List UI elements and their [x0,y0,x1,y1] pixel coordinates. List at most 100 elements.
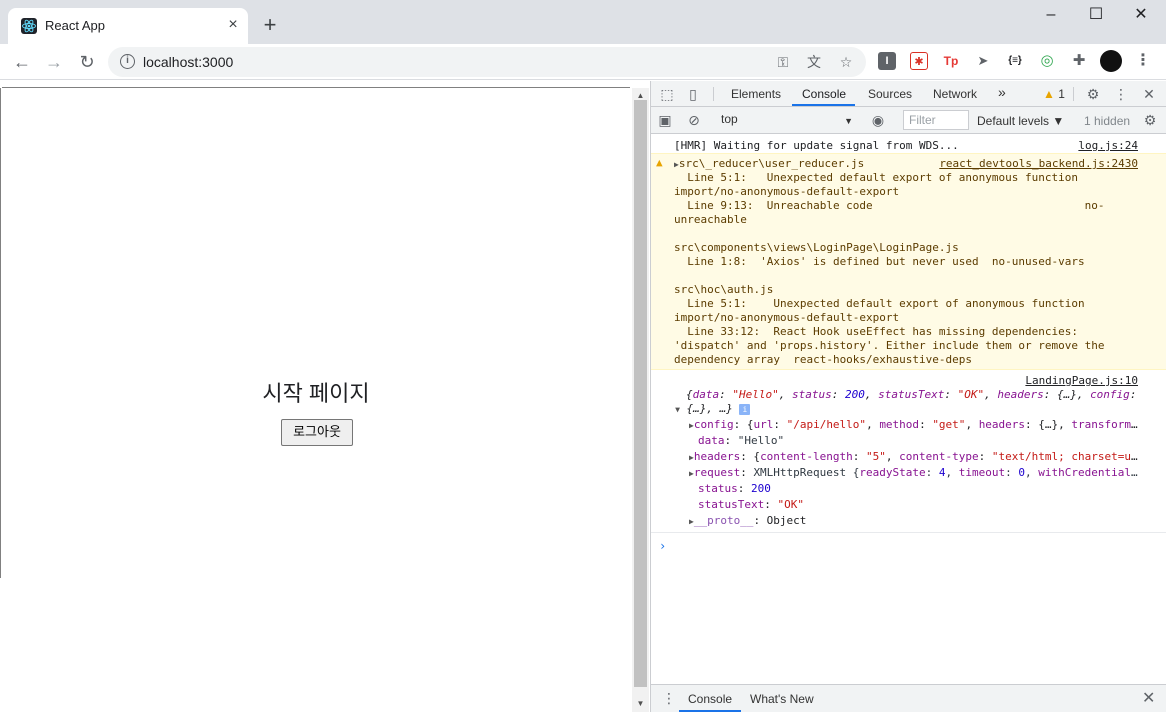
new-tab-button[interactable]: + [260,14,280,36]
active-tab-indicator [792,104,855,106]
devtools-panel: ⬚ ▯ Elements Console Sources Network » ▲… [650,81,1166,712]
window-close-icon[interactable]: ✕ [1126,4,1156,28]
tab-network[interactable]: Network [933,87,977,101]
info-icon: i [739,404,751,415]
object-preview-cont[interactable]: ▶ {…}, …} i [651,401,1166,417]
extension-circle-icon[interactable]: ◎ [1038,52,1056,70]
object-property: status: 200 [698,482,771,495]
warning-line: src\hoc\auth.js [674,283,774,296]
profile-avatar[interactable] [1100,50,1122,72]
hidden-count: 1 hidden [1084,114,1131,128]
page-title: 시작 페이지 [262,381,370,406]
scrollbar-thumb[interactable] [634,100,647,687]
devtools-drawer: ⋮ Console What's New ✕ [651,684,1166,712]
more-tabs-icon[interactable]: » [998,84,1006,100]
extension-tp-icon[interactable]: Tp [942,52,960,70]
warning-line: Line 1:8: 'Axios' is defined but never u… [674,255,1085,268]
browser-toolbar: ← → ↻ i localhost:3000 ⚿ 文 ☆ I ✱ Tp ➤ {≡… [0,44,1166,80]
browser-tab[interactable]: React App × [8,8,248,44]
site-info-icon[interactable]: i [120,54,135,69]
scroll-down-icon[interactable]: ▼ [632,698,649,710]
warning-line: import/no-anonymous-default-export [674,185,900,198]
devtools-tab-bar: ⬚ ▯ Elements Console Sources Network » ▲… [651,81,1166,107]
close-drawer-icon[interactable]: ✕ [1142,688,1155,708]
warning-line: dependency array react-hooks/exhaustive-… [674,353,973,366]
console-prompt-icon[interactable]: › [659,539,666,553]
message-text: [HMR] Waiting for update signal from WDS… [674,139,959,152]
message-text[interactable]: ▶src\_reducer\user_reducer.js [674,157,864,172]
tab-sources[interactable]: Sources [868,87,912,101]
object-property[interactable]: ▶headers: {content-length: "5", content-… [651,449,1166,465]
url-text[interactable]: localhost:3000 [143,54,233,70]
extension-cursor-icon[interactable]: ➤ [974,52,992,70]
log-levels-dropdown[interactable]: Default levels ▼ [977,114,1064,128]
warning-line: unreachable [674,213,747,226]
warning-count: 1 [1058,87,1065,101]
reload-icon[interactable]: ↻ [75,50,99,74]
close-devtools-icon[interactable]: ✕ [1140,85,1158,103]
landing-page: 시작 페이지 [0,376,632,408]
bookmark-star-icon[interactable]: ☆ [837,54,855,70]
filter-input[interactable]: Filter [903,110,969,130]
extension-bug-icon[interactable]: ✱ [910,52,928,70]
object-property: statusText: "OK" [698,498,804,511]
browser-menu-icon[interactable]: ⋮ [1134,52,1152,70]
tab-console[interactable]: Console [802,87,846,101]
console-warning: ▲ ▶src\_reducer\user_reducer.js react_de… [651,153,1166,370]
back-icon[interactable]: ← [10,50,34,74]
translate-icon[interactable]: 文 [805,54,823,70]
warning-icon: ▲ [656,156,663,169]
object-property[interactable]: ▶request: XMLHttpRequest {readyState: 4,… [651,465,1166,481]
device-toolbar-icon[interactable]: ▯ [684,85,702,103]
tab-title: React App [45,18,105,33]
separator [713,87,714,101]
inspect-element-icon[interactable]: ⬚ [658,85,676,103]
source-link[interactable]: LandingPage.js:10 [1025,374,1138,387]
clear-console-icon[interactable]: ⊘ [685,111,703,129]
source-link[interactable]: react_devtools_backend.js:2430 [939,157,1138,170]
separator [1073,87,1074,101]
console-message: LandingPage.js:10 [651,374,1166,388]
divider [651,532,1166,533]
extension-i-icon[interactable]: I [878,52,896,70]
address-bar[interactable]: i localhost:3000 ⚿ 文 ☆ [108,47,866,77]
page-viewport: 시작 페이지 로그아웃 ▲ ▼ [0,81,650,712]
minimize-icon[interactable]: – [1036,4,1066,28]
warning-line: 'dispatch' and 'props.history'. Either i… [674,339,1105,352]
page-top-border [2,87,630,88]
drawer-menu-icon[interactable]: ⋮ [662,690,676,707]
object-property[interactable]: ▶config: {url: "/api/hello", method: "ge… [651,417,1166,433]
warning-icon: ▲ [1043,87,1055,101]
console-settings-gear-icon[interactable]: ⚙ [1141,111,1159,129]
warning-line: Line 5:1: Unexpected default export of a… [674,297,1085,310]
eye-icon[interactable]: ◉ [869,111,887,129]
drawer-tab-console[interactable]: Console [688,692,732,706]
object-property: data: "Hello" [698,434,785,447]
logout-button[interactable]: 로그아웃 [281,419,353,446]
console-message: [HMR] Waiting for update signal from WDS… [651,139,1166,153]
settings-gear-icon[interactable]: ⚙ [1084,85,1102,103]
drawer-tab-whats-new[interactable]: What's New [750,692,814,706]
maximize-icon[interactable]: ☐ [1081,4,1111,28]
console-output: [HMR] Waiting for update signal from WDS… [651,135,1166,685]
source-link[interactable]: log.js:24 [1078,139,1138,152]
warning-line: Line 5:1: Unexpected default export of a… [674,171,1078,184]
page-left-border [0,88,1,578]
key-icon[interactable]: ⚿ [774,54,792,70]
context-selector[interactable]: top ▼ [721,112,853,130]
react-logo-icon [21,18,37,34]
warning-counter[interactable]: ▲ 1 [1043,87,1065,101]
warning-line: src\components\views\LoginPage\LoginPage… [674,241,959,254]
extensions-puzzle-icon[interactable]: ✚ [1070,52,1088,70]
extension-json-icon[interactable]: {≡} [1004,52,1026,70]
page-scrollbar[interactable]: ▲ ▼ [632,88,649,712]
forward-icon[interactable]: → [42,50,66,74]
tab-close-icon[interactable]: × [225,17,241,33]
sidebar-toggle-icon[interactable]: ▣ [656,111,674,129]
browser-tab-strip: React App × + – ☐ ✕ [0,0,1166,44]
tab-elements[interactable]: Elements [731,87,781,101]
expand-triangle-icon: ▶ [673,407,683,413]
devtools-menu-icon[interactable]: ⋮ [1112,85,1130,103]
object-property[interactable]: ▶__proto__: Object [651,513,1166,529]
console-filter-bar: ▣ ⊘ top ▼ ◉ Filter Default levels ▼ 1 hi… [651,107,1166,134]
